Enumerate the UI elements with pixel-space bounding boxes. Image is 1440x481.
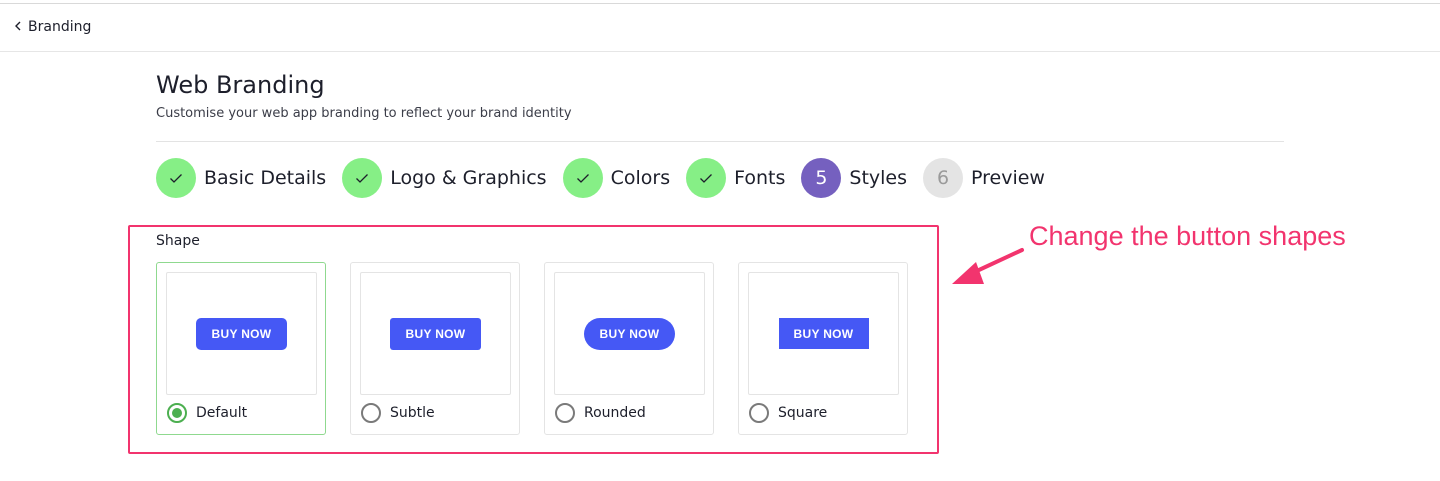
step-status [562,158,603,198]
shape-radio-row: Square [749,403,827,423]
preview-buy-now-button: BUY NOW [390,317,481,350]
shape-option-rounded[interactable]: BUY NOW Rounded [544,262,714,435]
page-title: Web Branding [156,71,325,99]
shape-preview: BUY NOW [554,272,705,395]
arrow-icon [952,248,1024,284]
shape-radio-row: Subtle [361,403,435,423]
radio-label: Square [778,405,828,421]
radio-square[interactable] [749,403,769,423]
step-styles[interactable]: 5 Styles [801,158,907,198]
header-divider [156,141,1284,142]
shape-preview: BUY NOW [748,272,899,395]
preview-buy-now-button: BUY NOW [196,317,287,350]
step-label: Styles [849,167,908,189]
step-label: Preview [971,167,1045,189]
step-status [156,158,196,198]
radio-rounded[interactable] [555,403,575,423]
shape-section-label: Shape [156,233,200,249]
page-subtitle: Customise your web app branding to refle… [156,106,572,121]
step-number: 5 [801,158,842,198]
step-preview[interactable]: 6 Preview [923,158,1045,198]
radio-label: Subtle [390,405,435,421]
step-label: Fonts [734,167,786,189]
step-status [686,158,727,198]
back-link-label: Branding [28,19,92,35]
step-label: Colors [610,167,671,189]
step-logo-graphics[interactable]: Logo & Graphics [342,158,547,198]
step-basic-details[interactable]: Basic Details [156,158,326,198]
back-to-branding-link[interactable]: Branding [14,19,91,35]
preview-buy-now-button: BUY NOW [778,318,869,349]
check-icon [356,173,369,183]
check-icon [700,173,713,183]
step-fonts[interactable]: Fonts [686,158,785,198]
radio-subtle[interactable] [361,403,381,423]
radio-label: Default [196,405,248,421]
annotation-text: Change the button shapes [1029,221,1346,251]
check-icon [170,173,182,183]
top-bar: Branding [0,4,1440,52]
preview-buy-now-button: BUY NOW [584,317,675,350]
step-number: 6 [923,158,964,198]
radio-default[interactable] [167,403,187,423]
step-label: Basic Details [204,167,327,189]
shape-option-subtle[interactable]: BUY NOW Subtle [350,262,520,435]
shape-radio-row: Default [167,403,247,423]
shape-option-default[interactable]: BUY NOW Default [156,262,326,435]
step-label: Logo & Graphics [390,167,547,189]
shape-preview: BUY NOW [166,272,317,395]
shape-radio-row: Rounded [555,403,646,423]
step-status [342,158,383,198]
radio-dot [172,408,182,418]
wizard-stepper: Basic Details Logo & Graphics Colors Fon… [156,158,1061,198]
radio-label: Rounded [584,405,646,421]
shape-preview: BUY NOW [360,272,511,395]
shape-option-square[interactable]: BUY NOW Square [738,262,908,435]
step-colors[interactable]: Colors [562,158,671,198]
check-icon [576,173,589,183]
chevron-left-icon [14,19,22,35]
